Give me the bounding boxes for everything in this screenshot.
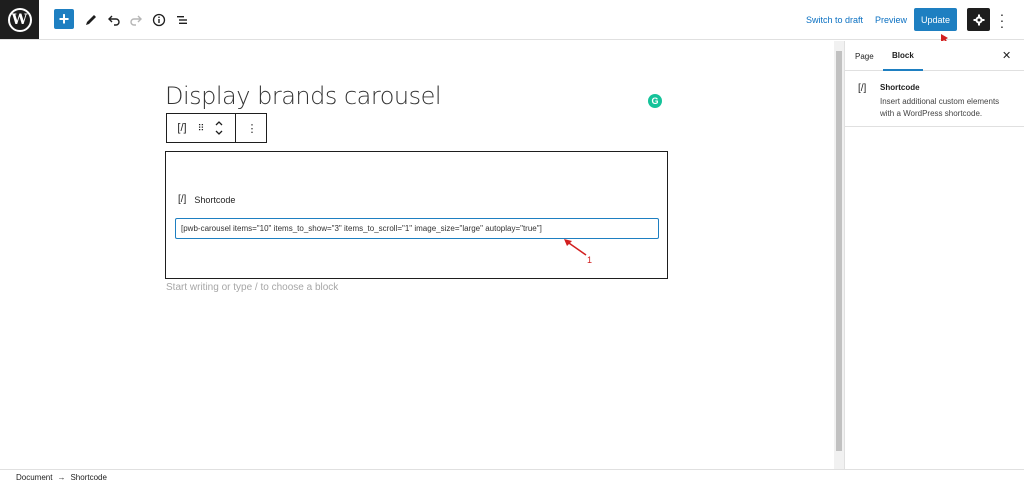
move-up-down-icon[interactable] xyxy=(212,114,226,142)
shortcode-block[interactable]: [/] Shortcode [pwb-carousel items="10" i… xyxy=(165,151,668,279)
grammarly-icon[interactable]: G xyxy=(648,94,662,108)
preview-link[interactable]: Preview xyxy=(875,15,907,25)
tab-page[interactable]: Page xyxy=(855,41,874,71)
tab-block[interactable]: Block xyxy=(883,41,923,71)
more-options-icon[interactable]: · · · xyxy=(998,7,1006,33)
top-toolbar: W + Switch to draft Preview Update · · · xyxy=(0,0,1024,40)
settings-gear-icon[interactable] xyxy=(967,8,990,31)
list-view-icon[interactable] xyxy=(171,9,193,31)
block-card-description: Insert additional custom elements with a… xyxy=(880,97,1000,118)
info-icon[interactable] xyxy=(148,9,170,31)
page-title[interactable]: Display brands carousel xyxy=(165,82,442,110)
drag-handle-icon[interactable]: ⠿ xyxy=(197,114,205,142)
settings-sidebar: Page Block ✕ [/] Shortcode Insert additi… xyxy=(844,41,1024,469)
update-button[interactable]: Update xyxy=(914,8,957,31)
add-block-button[interactable]: + xyxy=(54,9,74,29)
shortcode-icon: [/] xyxy=(178,194,187,205)
switch-to-draft-link[interactable]: Switch to draft xyxy=(806,15,863,25)
block-toolbar: [/] ⠿ ⋮ xyxy=(166,113,267,143)
sidebar-tabs: Page Block ✕ xyxy=(845,41,1024,71)
block-card: [/] Shortcode Insert additional custom e… xyxy=(845,72,1024,127)
redo-icon[interactable] xyxy=(125,9,147,31)
block-more-options-icon[interactable]: ⋮ xyxy=(239,114,265,142)
annotation-number-1: 1 xyxy=(587,255,593,265)
block-type-shortcode-icon[interactable]: [/] xyxy=(167,114,197,142)
breadcrumb: Document → Shortcode xyxy=(0,469,1024,486)
shortcode-block-label: [/] Shortcode xyxy=(178,194,235,205)
breadcrumb-shortcode[interactable]: Shortcode xyxy=(70,473,106,482)
breadcrumb-separator: → xyxy=(57,473,66,482)
annotation-arrow-1 xyxy=(564,239,587,256)
block-card-title: Shortcode xyxy=(880,83,920,92)
tools-pencil-icon[interactable] xyxy=(80,9,102,31)
shortcode-icon: [/] xyxy=(858,83,867,94)
editor-scrollbar[interactable] xyxy=(834,41,844,469)
block-placeholder[interactable]: Start writing or type / to choose a bloc… xyxy=(166,282,338,293)
scrollbar-thumb[interactable] xyxy=(836,51,842,451)
undo-icon[interactable] xyxy=(103,9,125,31)
shortcode-label-text: Shortcode xyxy=(194,194,236,205)
wordpress-logo-icon[interactable]: W xyxy=(0,0,39,39)
close-icon[interactable]: ✕ xyxy=(1002,49,1011,62)
breadcrumb-document[interactable]: Document xyxy=(16,473,52,482)
